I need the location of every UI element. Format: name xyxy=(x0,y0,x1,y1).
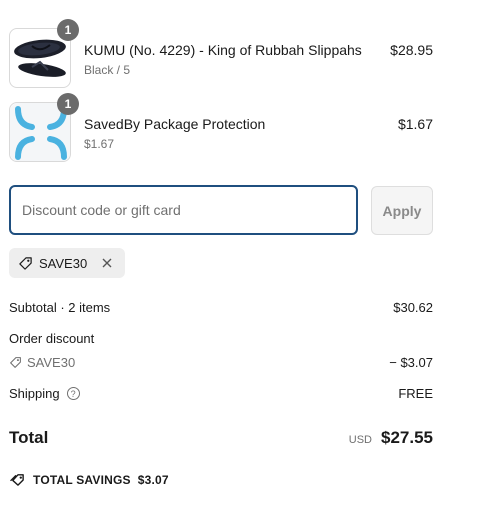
line-item: 1 KUMU (No. 4229) - King of Rubbah Slipp… xyxy=(9,19,433,88)
total-label: Total xyxy=(9,428,49,447)
total-amount: $27.55 xyxy=(381,428,433,447)
currency-code: USD xyxy=(348,434,372,446)
tag-icon xyxy=(10,357,21,368)
quantity-badge: 1 xyxy=(57,19,79,41)
item-price: $28.95 xyxy=(390,42,433,58)
item-title: SavedBy Package Protection xyxy=(84,116,266,132)
item-variant: $1.67 xyxy=(84,137,115,151)
total-savings: TOTAL SAVINGS $3.07 xyxy=(9,472,169,487)
order-discount-label: Order discount xyxy=(9,331,95,346)
subtotal-value: $30.62 xyxy=(393,300,433,315)
order-discount-row: Order discount xyxy=(9,331,433,346)
tag-icon xyxy=(19,256,32,270)
shipping-row: Shipping ? FREE xyxy=(9,386,433,401)
item-title: KUMU (No. 4229) - King of Rubbah Slippah… xyxy=(84,42,362,58)
product-thumbnail: 1 xyxy=(9,19,79,88)
savings-label: TOTAL SAVINGS xyxy=(33,472,131,487)
discount-code-row: SAVE30 − $3.07 xyxy=(9,355,433,370)
shipping-label: Shipping xyxy=(9,386,60,401)
quantity-badge: 1 xyxy=(57,93,79,115)
discount-form: Apply xyxy=(9,185,433,235)
applied-discount-tag: SAVE30 xyxy=(9,248,126,278)
subtotal-row: Subtotal · 2 items $30.62 xyxy=(9,300,433,315)
apply-button[interactable]: Apply xyxy=(371,186,433,235)
savings-tag-icon xyxy=(10,474,24,486)
product-thumbnail: 1 xyxy=(9,93,79,162)
line-item: 1 SavedBy Package Protection $1.67 $1.67 xyxy=(9,93,433,162)
shipping-value: FREE xyxy=(398,386,433,401)
discount-amount: − $3.07 xyxy=(389,355,433,370)
item-variant: Black / 5 xyxy=(84,63,131,77)
remove-discount-button[interactable] xyxy=(99,255,115,271)
total-row: Total USD $27.55 xyxy=(9,428,433,448)
item-price: $1.67 xyxy=(397,116,433,132)
discount-code-label: SAVE30 xyxy=(27,355,76,370)
applied-discount-code: SAVE30 xyxy=(39,255,88,271)
discount-code-input[interactable] xyxy=(9,185,358,235)
close-icon xyxy=(102,258,112,268)
help-icon[interactable]: ? xyxy=(66,387,80,400)
savings-amount: $3.07 xyxy=(137,472,169,487)
subtotal-label: Subtotal · 2 items xyxy=(9,300,111,315)
